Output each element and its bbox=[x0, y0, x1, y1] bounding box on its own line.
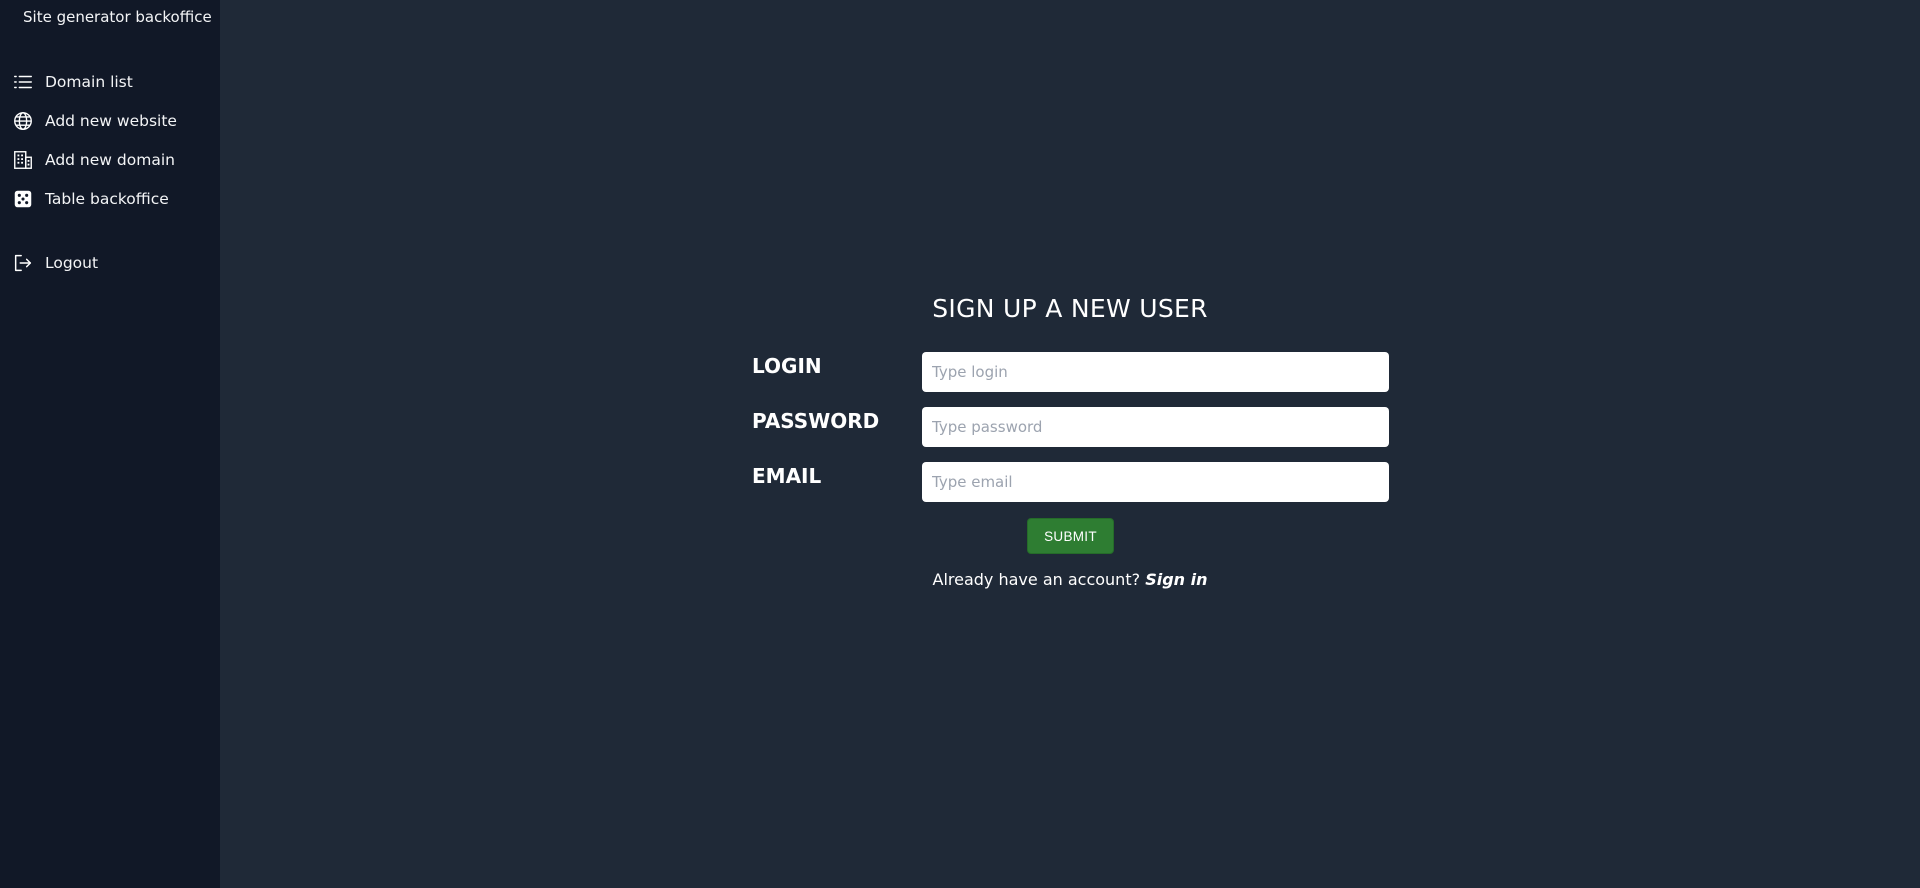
signin-line: Already have an account? Sign in bbox=[220, 570, 1920, 589]
password-input[interactable] bbox=[922, 407, 1389, 447]
logout-icon bbox=[12, 252, 34, 274]
main-content: SIGN UP A NEW USER LOGIN PASSWORD EMAIL … bbox=[220, 0, 1920, 888]
signin-prompt: Already have an account? bbox=[932, 570, 1141, 589]
building-icon bbox=[12, 149, 34, 171]
sidebar-item-label: Add new website bbox=[45, 112, 177, 130]
submit-button[interactable]: SUBMIT bbox=[1027, 518, 1114, 554]
password-label: PASSWORD bbox=[752, 409, 880, 433]
sidebar-item-domain-list[interactable]: Domain list bbox=[12, 69, 133, 95]
dice-icon bbox=[12, 188, 34, 210]
sidebar: Site generator backoffice Domain list Ad… bbox=[0, 0, 220, 888]
sidebar-item-label: Table backoffice bbox=[45, 190, 169, 208]
page-title: SIGN UP A NEW USER bbox=[932, 294, 1208, 323]
brand-title: Site generator backoffice bbox=[23, 8, 212, 26]
email-input[interactable] bbox=[922, 462, 1389, 502]
sidebar-item-table-backoffice[interactable]: Table backoffice bbox=[12, 186, 169, 212]
list-icon bbox=[12, 71, 34, 93]
login-input[interactable] bbox=[922, 352, 1389, 392]
sidebar-item-label: Add new domain bbox=[45, 151, 175, 169]
login-label: LOGIN bbox=[752, 354, 822, 378]
sidebar-item-label: Logout bbox=[45, 254, 99, 272]
signin-link[interactable]: Sign in bbox=[1145, 570, 1207, 589]
email-label: EMAIL bbox=[752, 464, 822, 488]
sidebar-item-logout[interactable]: Logout bbox=[12, 250, 98, 276]
globe-icon bbox=[12, 110, 34, 132]
sidebar-item-add-new-domain[interactable]: Add new domain bbox=[12, 147, 175, 173]
sidebar-item-label: Domain list bbox=[45, 73, 133, 91]
sidebar-item-add-new-website[interactable]: Add new website bbox=[12, 108, 177, 134]
app-root: Site generator backoffice Domain list Ad… bbox=[0, 0, 1920, 888]
